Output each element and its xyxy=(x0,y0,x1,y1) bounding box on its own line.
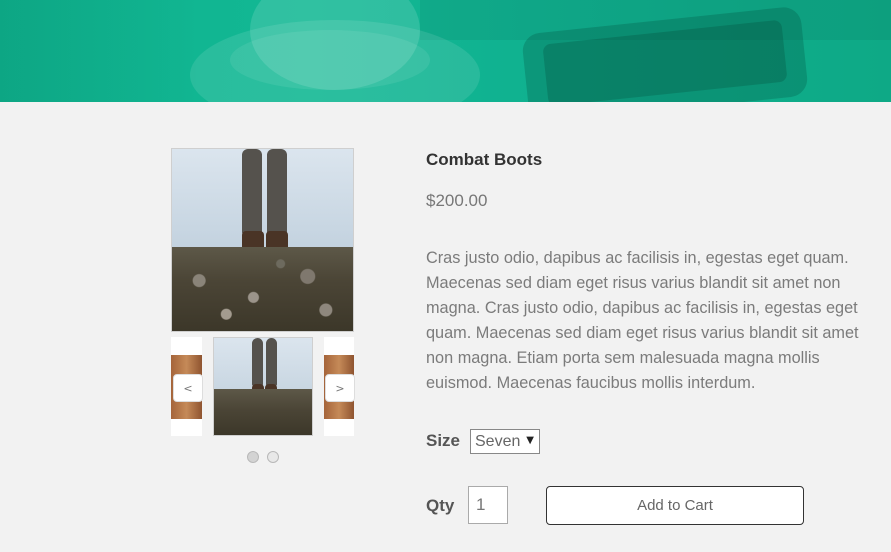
thumbnail-leg-left xyxy=(252,338,263,386)
carousel-dot-2[interactable] xyxy=(267,451,279,463)
caret-down-icon: ▼ xyxy=(526,435,534,446)
photo-leg-left xyxy=(242,149,262,234)
carousel-dots xyxy=(247,451,279,463)
thumbnail-rocks xyxy=(214,389,312,435)
size-select-value: Seven xyxy=(475,432,521,450)
product-title: Combat Boots xyxy=(426,150,543,169)
carousel-prev-button[interactable]: < xyxy=(173,374,203,402)
size-select[interactable]: Seven ▼ xyxy=(470,429,540,454)
size-label: Size xyxy=(426,431,461,450)
product-main-image[interactable] xyxy=(171,148,354,332)
hero-shade xyxy=(0,0,200,102)
product-description: Cras justo odio, dapibus ac facilisis in… xyxy=(426,249,859,392)
add-to-cart-button[interactable]: Add to Cart xyxy=(546,486,804,525)
hero-banner xyxy=(0,0,891,102)
quantity-input[interactable]: 1 xyxy=(468,486,508,524)
product-price: $200.00 xyxy=(426,191,488,210)
photo-rocks xyxy=(172,247,353,331)
thumbnail-leg-right xyxy=(266,338,277,386)
carousel-dot-1[interactable] xyxy=(247,451,259,463)
carousel-next-button[interactable]: > xyxy=(325,374,355,402)
photo-leg-right xyxy=(267,149,287,234)
thumbnail-active[interactable] xyxy=(213,337,313,436)
qty-label: Qty xyxy=(426,496,455,515)
